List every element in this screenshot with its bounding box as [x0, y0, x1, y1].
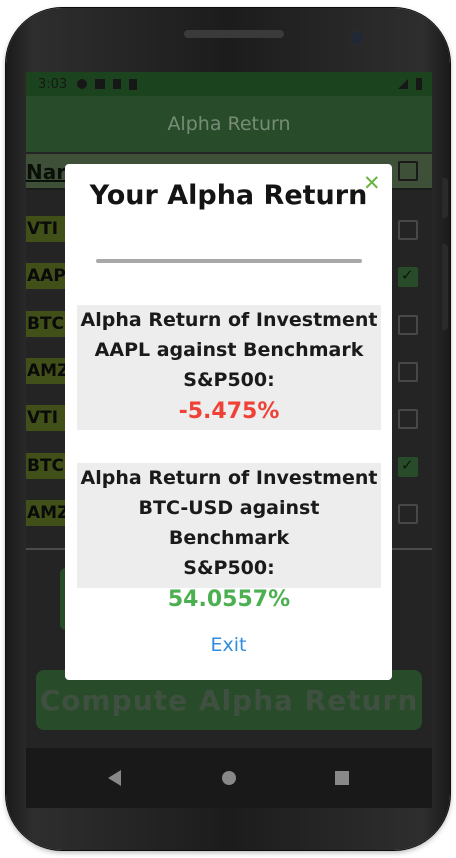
result-value: 54.0557% — [167, 587, 291, 612]
result-card-aapl: Alpha Return of Investment AAPL against … — [77, 305, 381, 430]
volume-button — [442, 244, 448, 330]
result-line: S&P500: — [183, 557, 275, 579]
result-line: Alpha Return of Investment — [80, 467, 378, 489]
dialog-progress-bar — [96, 259, 362, 263]
result-line: S&P500: — [183, 369, 275, 391]
dialog-title: Your Alpha Return — [89, 180, 368, 211]
result-line: AAPL against Benchmark — [94, 339, 364, 361]
power-button — [442, 178, 448, 218]
result-value: -5.475% — [178, 399, 280, 424]
result-card-btc: Alpha Return of Investment BTC-USD again… — [77, 463, 381, 612]
front-camera — [351, 32, 363, 44]
result-line: BTC-USD against Benchmark — [138, 497, 320, 549]
exit-button[interactable]: Exit — [65, 634, 392, 656]
result-line: Alpha Return of Investment — [80, 309, 378, 331]
speaker-grille — [184, 30, 284, 38]
alpha-return-dialog: Your Alpha Return ✕ Alpha Return of Inve… — [65, 164, 392, 680]
close-icon[interactable]: ✕ — [363, 172, 381, 194]
